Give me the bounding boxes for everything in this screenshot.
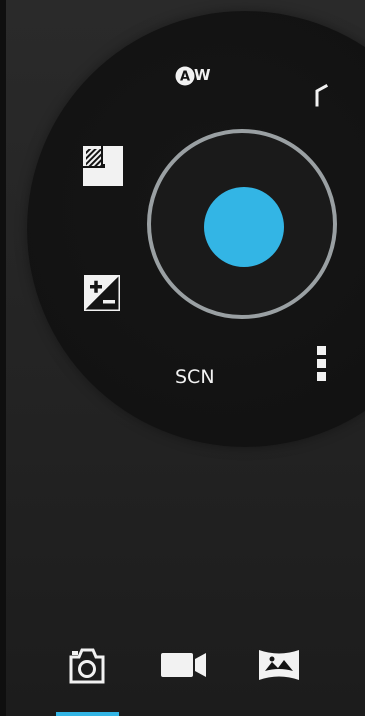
white-balance-badge-letter: A — [180, 70, 190, 85]
camera-icon — [69, 648, 105, 684]
exposure-plus-minus-icon — [84, 275, 120, 311]
more-vertical-icon — [317, 346, 326, 381]
scene-mode-label: SCN — [175, 366, 215, 388]
selected-tab-indicator — [56, 712, 119, 716]
flash-icon — [315, 83, 329, 107]
left-edge-shadow — [0, 0, 6, 716]
shutter-button[interactable] — [204, 187, 284, 267]
camera-screen: A W SCN — [0, 0, 365, 716]
white-balance-suffix: W — [194, 66, 212, 84]
white-balance-auto-icon: A — [175, 66, 195, 86]
video-camera-icon — [161, 653, 206, 677]
metering-icon — [83, 146, 123, 186]
panorama-icon — [259, 650, 299, 680]
